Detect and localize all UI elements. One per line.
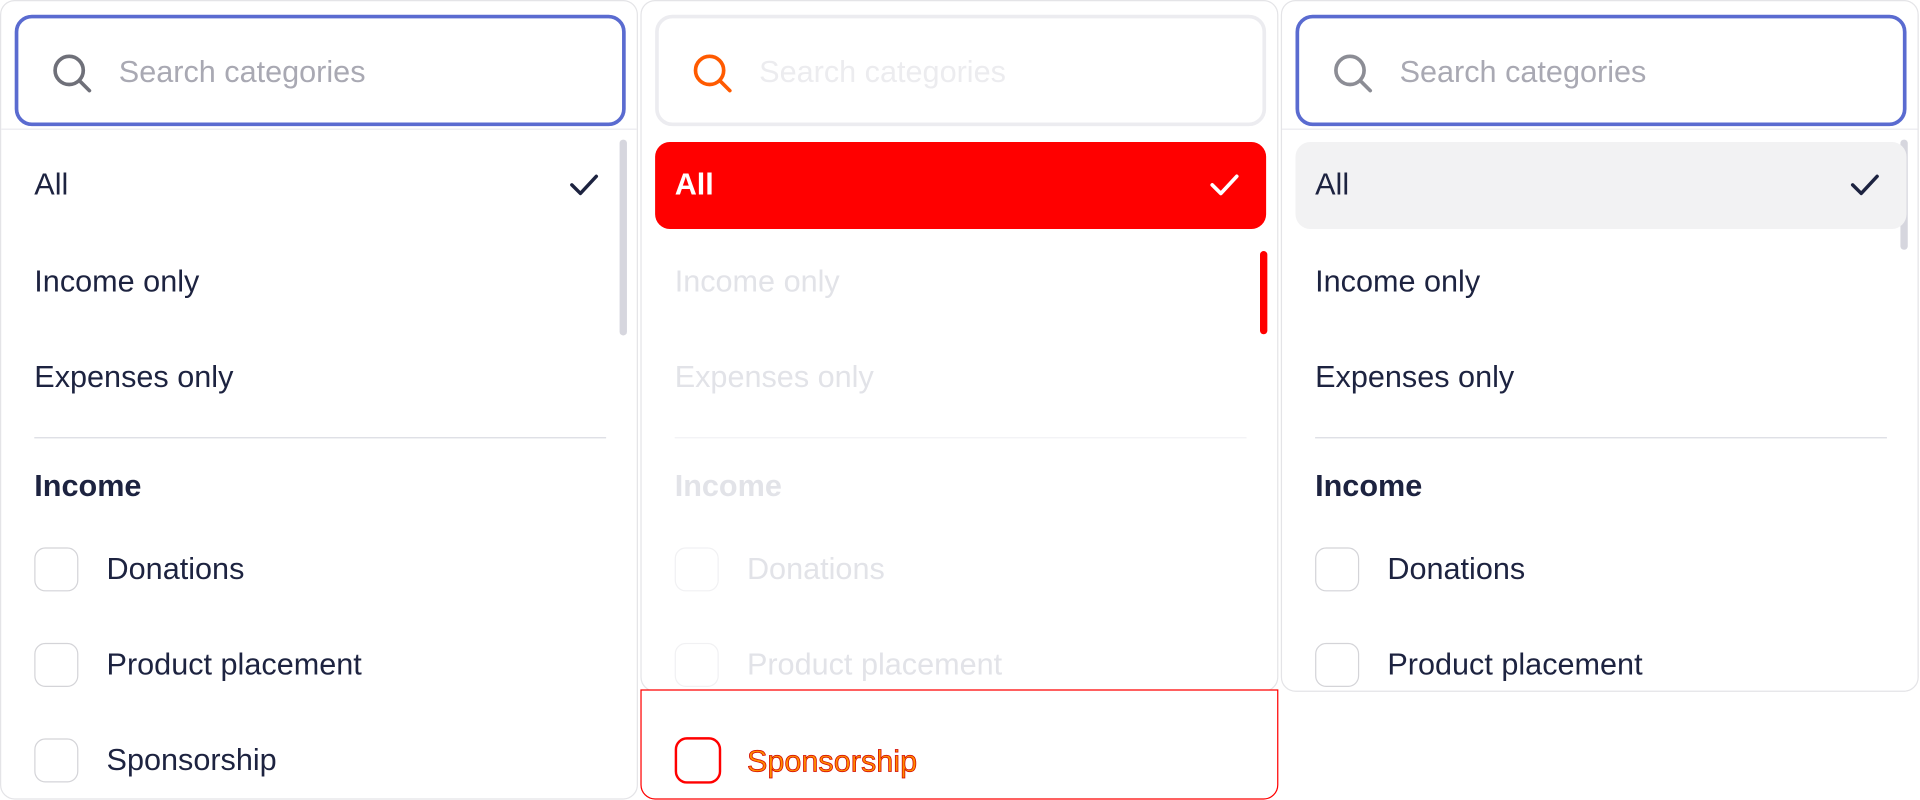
search-box[interactable] — [1295, 14, 1907, 127]
search-box[interactable] — [655, 14, 1267, 127]
category-donations[interactable]: Donations — [34, 545, 610, 599]
category-dropdown-dragging: All Income only Expenses only Income Don… — [640, 0, 1279, 692]
category-product-placement[interactable]: Product placement — [34, 640, 610, 694]
option-all[interactable]: All — [1295, 142, 1907, 229]
option-income-only[interactable]: Income only — [1296, 239, 1907, 326]
option-expenses-only[interactable]: Expenses only — [1296, 334, 1907, 421]
checkbox-icon[interactable] — [1315, 642, 1360, 687]
category-label: Product placement — [106, 647, 362, 683]
option-all[interactable]: All — [655, 142, 1267, 229]
option-income-only[interactable]: Income only — [15, 239, 626, 326]
search-input[interactable] — [1399, 45, 1865, 100]
option-label: All — [1315, 167, 1350, 203]
option-label: All — [674, 167, 714, 203]
divider — [674, 437, 1247, 439]
option-label: Income only — [34, 264, 200, 299]
category-label: Donations — [746, 552, 885, 587]
category-dropdown-default: All Income only Expenses only Income Don… — [0, 0, 638, 800]
category-label: Sponsorship — [746, 744, 918, 779]
screenshot: All Income only Expenses only Income Don… — [0, 0, 1920, 800]
category-label: Product placement — [746, 647, 1003, 683]
search-icon — [53, 54, 92, 93]
search-input[interactable] — [118, 45, 585, 100]
category-product-placement[interactable]: Product placement — [1315, 640, 1891, 690]
checkbox-icon[interactable] — [34, 642, 79, 687]
option-label: All — [34, 167, 69, 203]
divider — [34, 437, 607, 439]
category-dropdown-selected: All Income only Expenses only Income Don… — [1280, 0, 1919, 692]
checkbox-icon[interactable] — [674, 547, 719, 592]
category-product-placement[interactable]: Product placement — [674, 640, 1251, 690]
option-label: Expenses only — [674, 360, 874, 395]
checkmark-icon — [570, 174, 599, 196]
category-label: Donations — [1387, 552, 1526, 587]
divider — [1, 128, 637, 130]
category-label: Product placement — [1387, 647, 1643, 683]
checkmark-icon — [1850, 174, 1879, 196]
search-icon — [693, 54, 732, 93]
divider — [1282, 128, 1918, 130]
checkbox-icon[interactable] — [34, 738, 79, 783]
group-title-income: Income — [674, 468, 782, 504]
category-donations[interactable]: Donations — [1315, 545, 1891, 599]
search-box[interactable] — [14, 14, 626, 127]
category-donations[interactable]: Donations — [674, 545, 1251, 599]
option-label: Expenses only — [1315, 360, 1515, 395]
checkbox-icon[interactable] — [1315, 547, 1360, 592]
category-label: Donations — [106, 552, 245, 587]
category-label: Sponsorship — [106, 743, 277, 778]
option-label: Income only — [674, 264, 840, 299]
group-title-income: Income — [1315, 468, 1423, 504]
divider — [1315, 437, 1887, 439]
checkbox-icon[interactable] — [674, 737, 722, 784]
group-title-income: Income — [34, 468, 142, 504]
option-expenses-only[interactable]: Expenses only — [655, 334, 1266, 421]
category-sponsorship[interactable]: Sponsorship — [34, 736, 610, 790]
checkbox-icon[interactable] — [34, 547, 79, 592]
option-label: Expenses only — [34, 360, 234, 395]
category-sponsorship-dragged[interactable]: Sponsorship — [640, 689, 1279, 800]
checkmark-icon — [1210, 174, 1239, 196]
option-all[interactable]: All — [15, 142, 626, 229]
checkbox-icon[interactable] — [674, 642, 719, 687]
search-icon — [1334, 54, 1373, 93]
option-income-only[interactable]: Income only — [655, 239, 1266, 326]
option-label: Income only — [1315, 264, 1481, 299]
option-expenses-only[interactable]: Expenses only — [15, 334, 626, 421]
search-input[interactable] — [759, 45, 1225, 100]
